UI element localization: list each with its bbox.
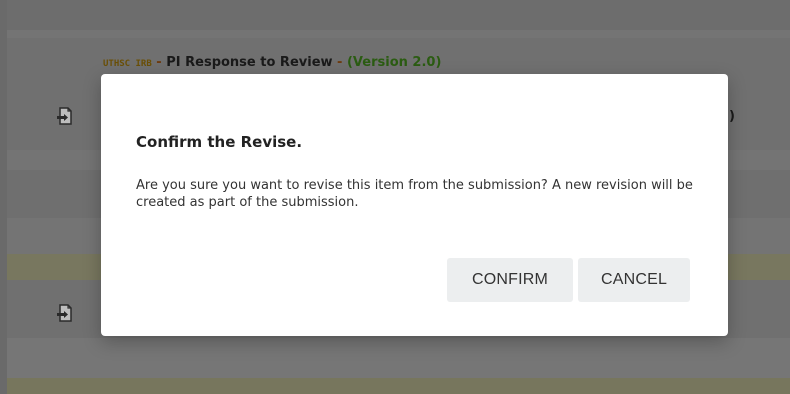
dialog-message: Are you sure you want to revise this ite… — [136, 178, 693, 210]
dialog-title: Confirm the Revise. — [136, 133, 303, 151]
confirm-button[interactable]: CONFIRM — [447, 258, 573, 302]
confirm-revise-dialog: Confirm the Revise. Are you sure you wan… — [101, 74, 728, 336]
modal-overlay[interactable]: Confirm the Revise. Are you sure you wan… — [0, 0, 790, 394]
cancel-button[interactable]: CANCEL — [578, 258, 690, 302]
